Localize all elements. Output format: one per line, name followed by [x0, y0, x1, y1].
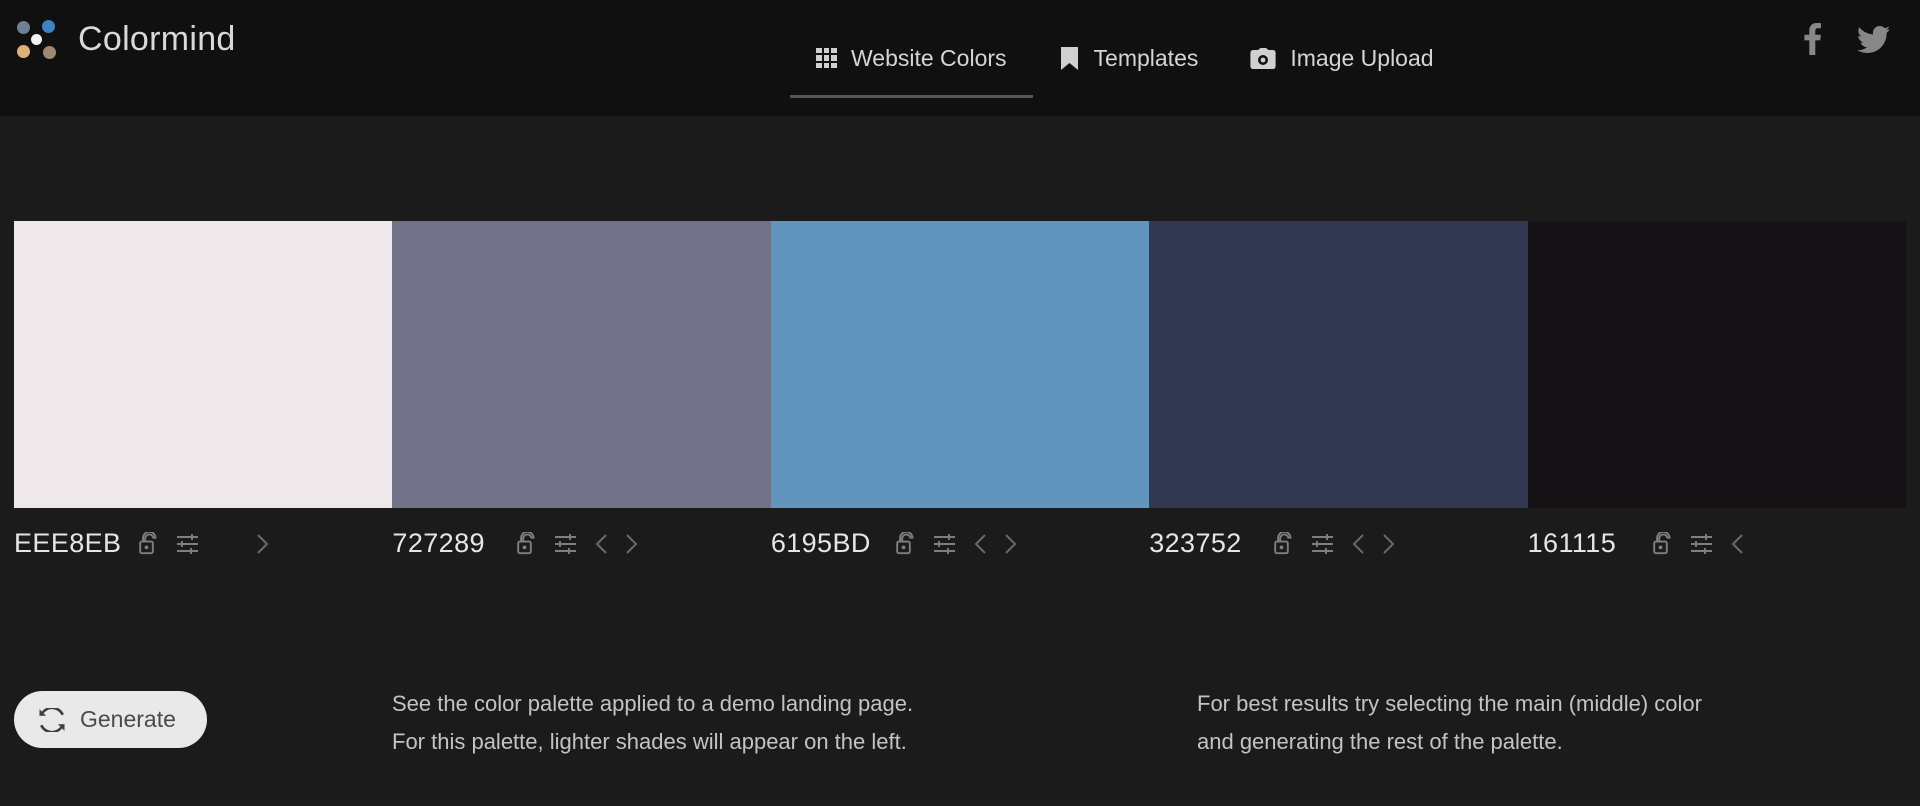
tune-icon-1[interactable] — [176, 533, 200, 555]
color-swatch-3[interactable] — [770, 221, 1150, 508]
site-header: Colormind Website Colors Templates Image… — [0, 0, 1920, 116]
swatch-control-4: 323752 — [1149, 530, 1527, 557]
brand-name: Colormind — [78, 20, 236, 58]
twitter-icon[interactable] — [1857, 25, 1890, 53]
unlock-icon-4[interactable] — [1274, 531, 1294, 556]
chevron-right-icon-3[interactable] — [1004, 533, 1017, 555]
swatch-control-3: 6195BD — [771, 530, 1149, 557]
nav-label-website-colors: Website Colors — [851, 44, 1007, 71]
chevron-left-icon-4[interactable] — [1352, 533, 1365, 555]
swatch-control-2: 727289 — [392, 530, 770, 557]
swatch-controls: EEE8EB 727289 6195BD 323752 161115 — [14, 530, 1906, 557]
nav-item-website-colors[interactable]: Website Colors — [790, 0, 1033, 116]
unlock-icon-3[interactable] — [896, 531, 916, 556]
generate-button[interactable]: Generate — [14, 691, 207, 748]
generate-label: Generate — [80, 706, 176, 732]
chevron-right-icon-1[interactable] — [256, 533, 269, 555]
grid-icon — [816, 47, 837, 69]
generate-wrap: Generate — [0, 685, 392, 748]
colormind-dots-logo — [14, 16, 60, 62]
tune-icon-5[interactable] — [1690, 533, 1714, 555]
hex-value-3[interactable]: 6195BD — [771, 530, 879, 557]
facebook-icon[interactable] — [1804, 23, 1821, 55]
unlock-icon-1[interactable] — [139, 531, 159, 556]
chevron-left-icon-5[interactable] — [1731, 533, 1744, 555]
swatch-control-1: EEE8EB — [14, 530, 392, 557]
main-nav: Website Colors Templates Image Upload — [790, 0, 1460, 116]
camera-icon — [1250, 47, 1276, 69]
note-best-line-1: For best results try selecting the main … — [1197, 691, 1702, 716]
chevron-left-icon-2[interactable] — [595, 533, 608, 555]
nav-item-templates[interactable]: Templates — [1033, 0, 1225, 116]
color-swatch-2[interactable] — [392, 221, 771, 508]
note-best-line-2: and generating the rest of the palette. — [1197, 729, 1563, 754]
color-swatch-1[interactable] — [14, 221, 393, 508]
note-demo-line-1: See the color palette applied to a demo … — [392, 691, 914, 716]
note-best-results: For best results try selecting the main … — [1197, 685, 1907, 761]
chevron-left-icon-3[interactable] — [974, 533, 987, 555]
hex-value-1[interactable]: EEE8EB — [14, 530, 122, 557]
unlock-icon-2[interactable] — [517, 531, 537, 556]
color-swatch-5[interactable] — [1527, 221, 1907, 508]
color-swatch-4[interactable] — [1149, 221, 1528, 508]
refresh-icon — [39, 707, 65, 732]
swatch-control-5: 161115 — [1528, 530, 1906, 557]
tune-icon-4[interactable] — [1311, 533, 1335, 555]
note-demo-page: See the color palette applied to a demo … — [392, 685, 1102, 761]
chevron-right-icon-2[interactable] — [625, 533, 638, 555]
hex-value-5[interactable]: 161115 — [1528, 530, 1636, 557]
footer-row: Generate See the color palette applied t… — [0, 685, 1920, 761]
brand[interactable]: Colormind — [0, 0, 236, 78]
bookmark-icon — [1059, 46, 1080, 71]
note-demo-line-2: For this palette, lighter shades will ap… — [392, 729, 907, 754]
chevron-right-icon-4[interactable] — [1382, 533, 1395, 555]
color-palette — [14, 221, 1907, 508]
hex-value-2[interactable]: 727289 — [392, 530, 500, 557]
nav-label-templates: Templates — [1093, 44, 1199, 71]
nav-item-image-upload[interactable]: Image Upload — [1224, 0, 1459, 116]
unlock-icon-5[interactable] — [1652, 531, 1673, 556]
social-links — [1804, 0, 1908, 78]
tune-icon-3[interactable] — [933, 533, 957, 555]
tune-icon-2[interactable] — [554, 533, 578, 555]
nav-label-image-upload: Image Upload — [1290, 44, 1434, 71]
hex-value-4[interactable]: 323752 — [1149, 530, 1257, 557]
